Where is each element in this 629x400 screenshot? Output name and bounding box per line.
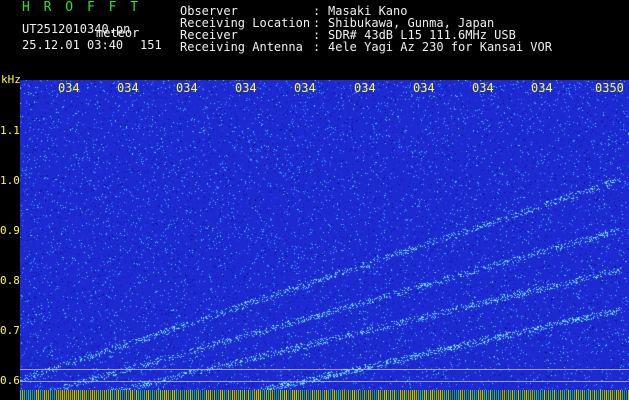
time-tick-label: 034 [58, 81, 80, 95]
time-tick-label: 034 [413, 81, 435, 95]
time-tick-label: 034 [531, 81, 553, 95]
freq-tick-label: 0.8 [0, 274, 20, 287]
time-tick-label: 034 [472, 81, 494, 95]
time-tick-label: 034 [354, 81, 376, 95]
reference-line [20, 381, 629, 382]
info-colon: : [313, 40, 321, 54]
reference-line [20, 369, 629, 370]
time-tick-label: 034 [235, 81, 257, 95]
info-label-antenna: Receiving Antenna [180, 40, 303, 54]
time-tick-label: 034 [117, 81, 139, 95]
info-value-antenna: 4ele Yagi Az 230 for Kansai VOR [328, 40, 552, 54]
freq-tick-label: 1.1 [0, 124, 20, 137]
date-time: 25.12.01 03:40 [22, 38, 124, 52]
freq-tick-label: 1.0 [0, 174, 20, 187]
time-tick-label: 0350 [595, 81, 624, 95]
meteor-count: 151 [140, 38, 162, 52]
freq-tick-label: 0.9 [0, 224, 20, 237]
time-tick-label: 034 [176, 81, 198, 95]
time-tick-label: 034 [294, 81, 316, 95]
frequency-axis: 1.1 1.0 0.9 0.8 0.7 0.6 [0, 80, 20, 400]
spectrogram-noise [20, 80, 629, 400]
app-title: H R O F F T [22, 0, 142, 15]
signal-level-bar [20, 390, 629, 400]
freq-tick-label: 0.6 [0, 374, 20, 387]
spectrogram: 034 034 034 034 034 034 034 034 034 0350 [20, 80, 629, 400]
freq-tick-label: 0.7 [0, 324, 20, 337]
